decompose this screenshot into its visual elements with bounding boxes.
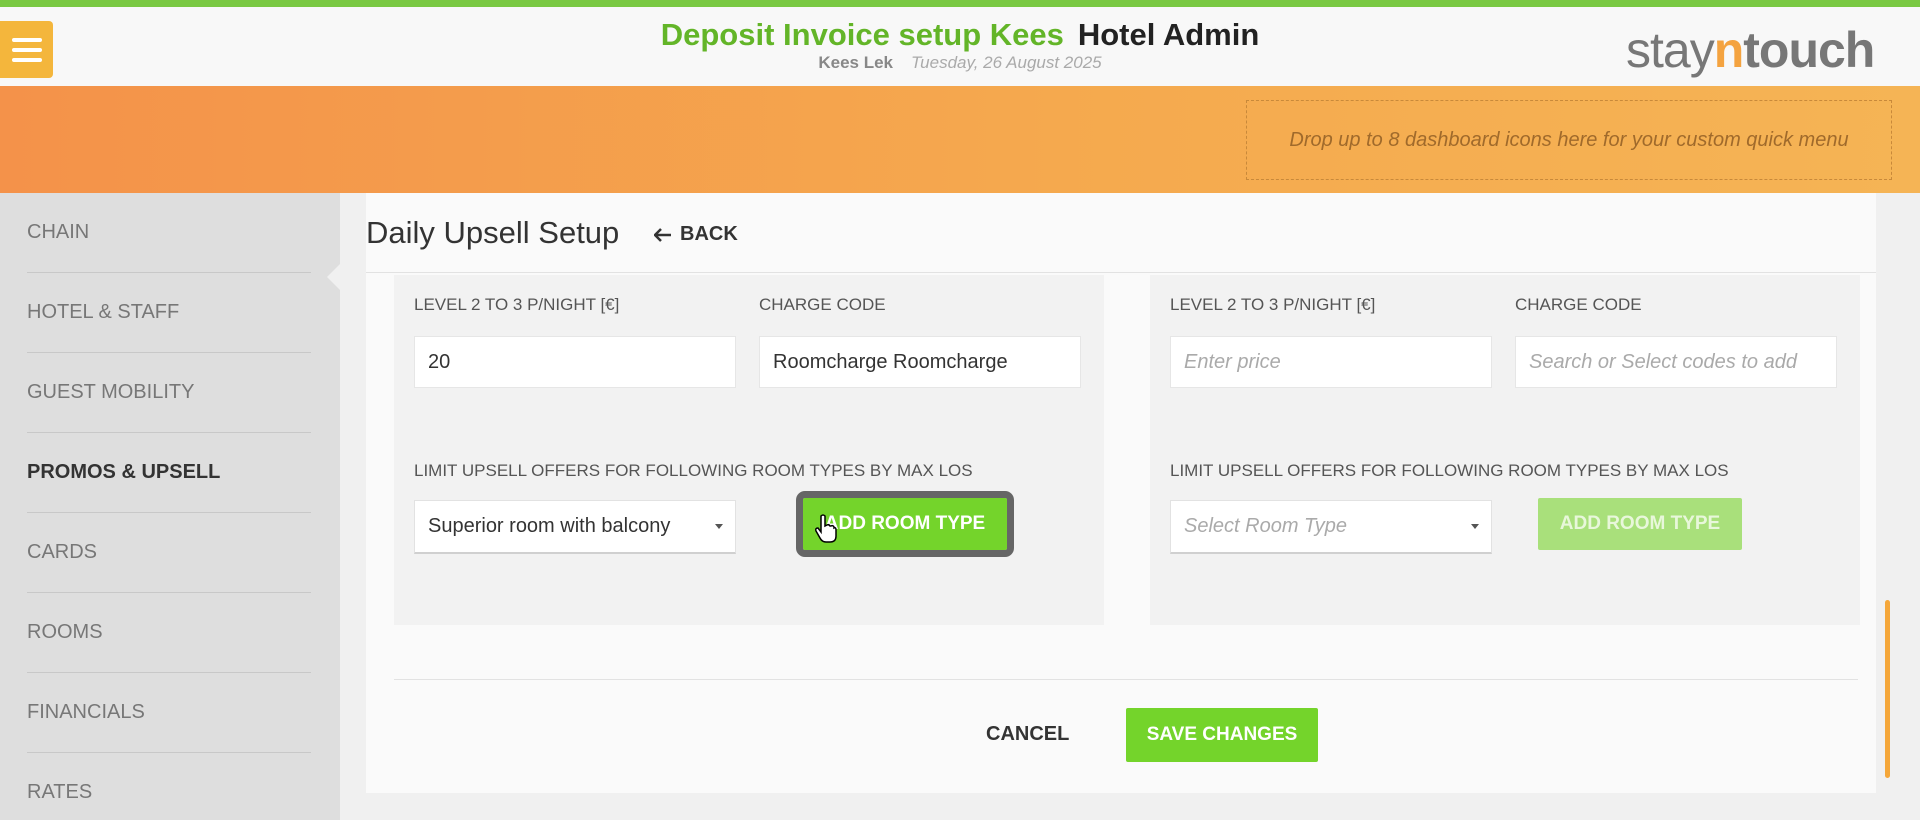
price-label: LEVEL 2 TO 3 P/NIGHT [€] (414, 295, 620, 314)
room-type-select[interactable]: Select Room Type (1170, 500, 1492, 554)
sidebar-item-rates[interactable]: RATES (27, 753, 311, 820)
quick-menu-banner: Drop up to 8 dashboard icons here for yo… (0, 86, 1920, 193)
charge-code-label: CHARGE CODE (1515, 295, 1642, 314)
footer-divider (394, 679, 1858, 680)
top-bar: Deposit Invoice setup Kees Hotel Admin Ke… (0, 0, 1920, 86)
room-type-placeholder: Select Room Type (1184, 515, 1348, 537)
sidebar-item-chain[interactable]: CHAIN (27, 193, 311, 273)
sidebar-item-hotel-staff[interactable]: HOTEL & STAFF (27, 273, 311, 353)
quick-menu-dropzone[interactable]: Drop up to 8 dashboard icons here for yo… (1246, 100, 1892, 180)
app-name: Hotel Admin (1077, 17, 1260, 52)
limit-room-types-label: LIMIT UPSELL OFFERS FOR FOLLOWING ROOM T… (1170, 461, 1729, 480)
scrollbar-thumb[interactable] (1885, 600, 1890, 778)
price-label: LEVEL 2 TO 3 P/NIGHT [€] (1170, 295, 1376, 314)
caret-down-icon (1471, 524, 1479, 529)
user-name: Kees Lek (818, 53, 894, 72)
caret-down-icon (715, 524, 723, 529)
stayntouch-logo: stayntouch (1626, 22, 1875, 78)
sidebar-item-financials[interactable]: FINANCIALS (27, 673, 311, 753)
current-date: Tuesday, 26 August 2025 (911, 53, 1102, 72)
page-context-title: Deposit Invoice setup Kees (660, 17, 1064, 52)
cancel-button[interactable]: CANCEL (986, 723, 1069, 746)
back-button[interactable]: BACK (654, 223, 738, 246)
active-nav-pointer (327, 263, 341, 291)
sidebar-item-cards[interactable]: CARDS (27, 513, 311, 593)
price-input[interactable]: Enter price (1170, 336, 1492, 388)
limit-room-types-label: LIMIT UPSELL OFFERS FOR FOLLOWING ROOM T… (414, 461, 973, 480)
charge-code-label: CHARGE CODE (759, 295, 886, 314)
main-content: Daily Upsell Setup BACK LEVEL 2 TO 3 P/N… (340, 193, 1920, 820)
page-header: Daily Upsell Setup BACK (366, 193, 1876, 273)
content-card: Daily Upsell Setup BACK LEVEL 2 TO 3 P/N… (366, 193, 1876, 793)
upsell-level-panel-left: LEVEL 2 TO 3 P/NIGHT [€] 20 CHARGE CODE … (394, 275, 1104, 625)
sidebar-item-rooms[interactable]: ROOMS (27, 593, 311, 673)
room-type-select[interactable]: Superior room with balcony (414, 500, 736, 554)
charge-code-search-input[interactable]: Search or Select codes to add (1515, 336, 1837, 388)
sidebar: CHAIN HOTEL & STAFF GUEST MOBILITY PROMO… (0, 193, 340, 820)
arrow-left-icon (654, 227, 671, 242)
back-label: BACK (680, 223, 738, 245)
upsell-level-panel-right: LEVEL 2 TO 3 P/NIGHT [€] Enter price CHA… (1150, 275, 1860, 625)
hand-pointer-icon (815, 514, 837, 543)
sidebar-item-promos-upsell[interactable]: PROMOS & UPSELL (27, 433, 311, 513)
add-room-type-button[interactable]: ADD ROOM TYPE (1538, 498, 1742, 550)
price-input[interactable]: 20 (414, 336, 736, 388)
save-changes-button[interactable]: SAVE CHANGES (1126, 708, 1318, 762)
page-title: Daily Upsell Setup (366, 215, 620, 250)
room-type-value: Superior room with balcony (428, 515, 671, 537)
charge-code-input[interactable]: Roomcharge Roomcharge (759, 336, 1081, 388)
sidebar-item-guest-mobility[interactable]: GUEST MOBILITY (27, 353, 311, 433)
